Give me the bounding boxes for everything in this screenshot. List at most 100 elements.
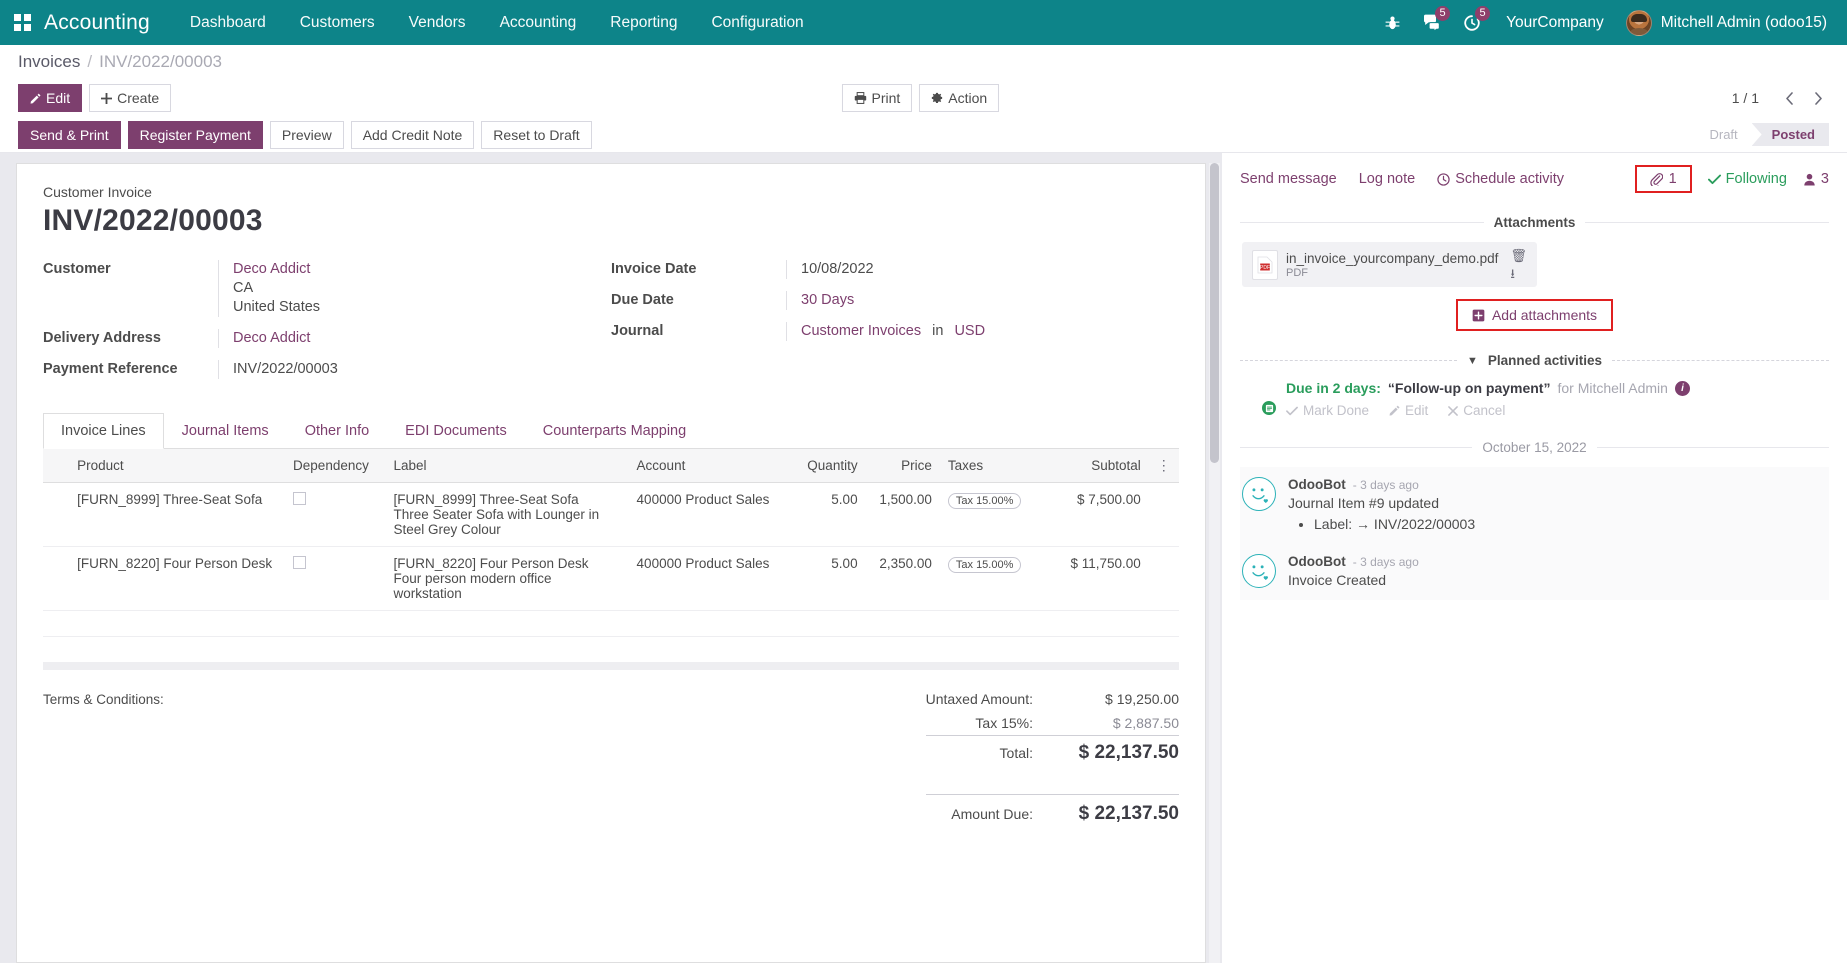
tax-badge[interactable]: Tax 15.00% <box>948 493 1021 509</box>
log-note-button[interactable]: Log note <box>1359 171 1415 187</box>
menu-item-reporting[interactable]: Reporting <box>610 14 677 32</box>
tab-invoice-lines[interactable]: Invoice Lines <box>43 413 164 449</box>
trash-icon[interactable]: 🗑 <box>1510 249 1527 262</box>
cell-dependency[interactable] <box>285 483 385 547</box>
statusbar-buttons: Send & Print Register Payment Preview Ad… <box>18 121 592 149</box>
activity-cancel-button[interactable]: Cancel <box>1448 403 1505 418</box>
cell-product[interactable]: [FURN_8220] Four Person Desk <box>69 547 285 611</box>
apps-menu-toggle[interactable] <box>0 0 44 45</box>
message-author[interactable]: OdooBot <box>1288 477 1346 492</box>
cell-quantity[interactable]: 5.00 <box>779 547 865 611</box>
tax-badge[interactable]: Tax 15.00% <box>948 557 1021 573</box>
menu-item-accounting[interactable]: Accounting <box>500 14 577 32</box>
dependency-checkbox[interactable] <box>293 556 306 569</box>
cell-price[interactable]: 1,500.00 <box>866 483 940 547</box>
vertical-dots-icon[interactable]: ⋮ <box>1157 457 1171 473</box>
status-posted[interactable]: Posted <box>1752 123 1829 146</box>
cell-label[interactable]: [FURN_8220] Four Person Desk Four person… <box>385 547 628 611</box>
table-row[interactable]: [FURN_8999] Three-Seat Sofa [FURN_8999] … <box>43 483 1179 547</box>
table-row[interactable]: [FURN_8220] Four Person Desk [FURN_8220]… <box>43 547 1179 611</box>
info-icon[interactable]: i <box>1675 381 1690 396</box>
column-account[interactable]: Account <box>629 449 780 483</box>
column-label[interactable]: Label <box>385 449 628 483</box>
delivery-address-name[interactable]: Deco Addict <box>233 330 310 346</box>
cell-quantity[interactable]: 5.00 <box>779 483 865 547</box>
menu-item-customers[interactable]: Customers <box>300 14 375 32</box>
tab-other-info[interactable]: Other Info <box>287 413 387 449</box>
customer-name[interactable]: Deco Addict <box>233 260 320 279</box>
tab-counterparts-mapping[interactable]: Counterparts Mapping <box>525 413 704 449</box>
column-price[interactable]: Price <box>866 449 940 483</box>
send-and-print-button[interactable]: Send & Print <box>18 121 121 149</box>
following-button[interactable]: Following <box>1708 171 1787 187</box>
field-due-date-value[interactable]: 30 Days <box>786 291 854 310</box>
journal-name[interactable]: Customer Invoices <box>801 323 921 339</box>
tab-edi-documents[interactable]: EDI Documents <box>387 413 525 449</box>
create-button[interactable]: Create <box>89 84 171 112</box>
pager-next-button[interactable] <box>1805 85 1831 111</box>
debug-menu-button[interactable] <box>1372 0 1412 45</box>
menu-item-configuration[interactable]: Configuration <box>711 14 803 32</box>
field-delivery-address-value[interactable]: Deco Addict <box>218 329 310 348</box>
planned-activities-heading[interactable]: ▼ Planned activities <box>1240 353 1829 368</box>
untaxed-amount-row: Untaxed Amount: $ 19,250.00 <box>926 687 1179 711</box>
print-button[interactable]: Print <box>841 84 912 112</box>
reset-to-draft-button[interactable]: Reset to Draft <box>481 121 591 149</box>
row-drag-handle[interactable] <box>43 547 69 611</box>
cell-taxes[interactable]: Tax 15.00% <box>940 483 1040 547</box>
message-author[interactable]: OdooBot <box>1288 554 1346 569</box>
status-draft[interactable]: Draft <box>1689 123 1751 146</box>
row-drag-handle[interactable] <box>43 483 69 547</box>
pager-previous-button[interactable] <box>1776 85 1802 111</box>
due-date-value[interactable]: 30 Days <box>801 292 854 308</box>
attachment-count-button[interactable]: 1 <box>1635 165 1692 193</box>
journal-currency[interactable]: USD <box>954 323 985 339</box>
download-icon[interactable]: ⭳ <box>1510 267 1527 280</box>
cell-price[interactable]: 2,350.00 <box>866 547 940 611</box>
breadcrumb-current: INV/2022/00003 <box>99 52 222 72</box>
cell-account[interactable]: 400000 Product Sales <box>629 547 780 611</box>
breadcrumb-root[interactable]: Invoices <box>18 52 80 72</box>
messages-button[interactable]: 5 <box>1412 0 1452 45</box>
tab-journal-items[interactable]: Journal Items <box>164 413 287 449</box>
empty-row[interactable] <box>43 637 1179 663</box>
field-payment-reference-value[interactable]: INV/2022/00003 <box>218 360 338 379</box>
send-message-button[interactable]: Send message <box>1240 171 1337 187</box>
activities-button[interactable]: 5 <box>1452 0 1492 45</box>
cell-taxes[interactable]: Tax 15.00% <box>940 547 1040 611</box>
action-button[interactable]: Action <box>919 84 999 112</box>
activity-edit-button[interactable]: Edit <box>1389 403 1428 418</box>
column-subtotal[interactable]: Subtotal <box>1040 449 1148 483</box>
field-customer-value[interactable]: Deco Addict CA United States <box>218 260 320 317</box>
followers-button[interactable]: 3 <box>1803 171 1829 187</box>
cell-product[interactable]: [FURN_8999] Three-Seat Sofa <box>69 483 285 547</box>
cell-dependency[interactable] <box>285 547 385 611</box>
message-body-text: Journal Item #9 updated <box>1288 495 1439 511</box>
user-menu[interactable]: Mitchell Admin (odoo15) <box>1626 10 1839 36</box>
menu-item-vendors[interactable]: Vendors <box>409 14 466 32</box>
attachment-card[interactable]: PDF in_invoice_yourcompany_demo.pdf PDF … <box>1242 242 1537 287</box>
column-options[interactable]: ⋮ <box>1149 449 1179 483</box>
empty-row[interactable] <box>43 611 1179 637</box>
company-switcher[interactable]: YourCompany <box>1506 14 1604 32</box>
edit-button[interactable]: Edit <box>18 84 82 112</box>
column-dependency[interactable]: Dependency <box>285 449 385 483</box>
preview-button[interactable]: Preview <box>270 121 344 149</box>
cell-label[interactable]: [FURN_8999] Three-Seat Sofa Three Seater… <box>385 483 628 547</box>
mark-done-button[interactable]: Mark Done <box>1286 403 1369 418</box>
app-brand[interactable]: Accounting <box>44 11 150 35</box>
schedule-activity-button[interactable]: Schedule activity <box>1437 171 1564 187</box>
column-taxes[interactable]: Taxes <box>940 449 1040 483</box>
cell-account[interactable]: 400000 Product Sales <box>629 483 780 547</box>
add-attachments-button[interactable]: Add attachments <box>1456 299 1613 331</box>
caret-down-icon[interactable]: ▼ <box>1467 355 1478 367</box>
add-credit-note-button[interactable]: Add Credit Note <box>351 121 475 149</box>
field-journal-value[interactable]: Customer Invoices in USD <box>786 322 985 341</box>
column-quantity[interactable]: Quantity <box>779 449 865 483</box>
menu-item-dashboard[interactable]: Dashboard <box>190 14 266 32</box>
register-payment-button[interactable]: Register Payment <box>128 121 263 149</box>
form-scrollbar[interactable] <box>1209 163 1220 963</box>
field-invoice-date-value[interactable]: 10/08/2022 <box>786 260 874 279</box>
dependency-checkbox[interactable] <box>293 492 306 505</box>
column-product[interactable]: Product <box>69 449 285 483</box>
